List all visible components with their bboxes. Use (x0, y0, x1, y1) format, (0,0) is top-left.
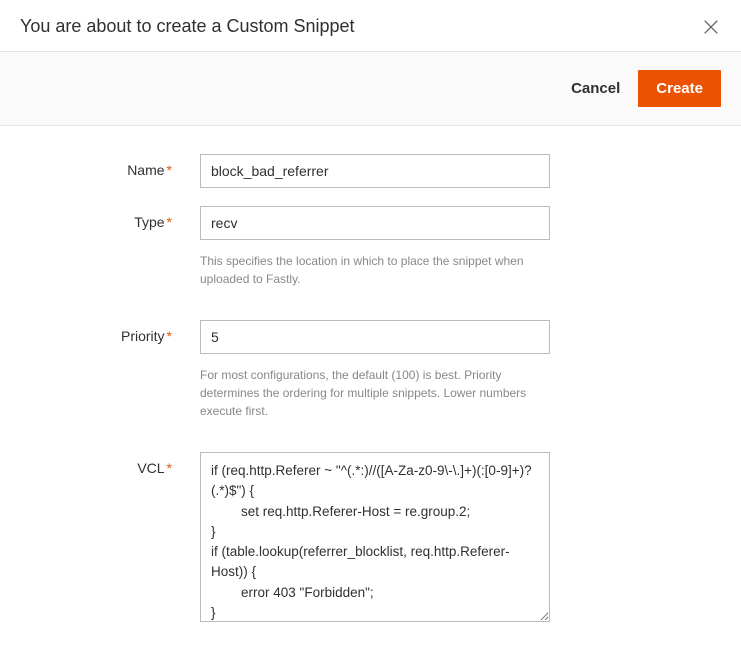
priority-help-text: For most configurations, the default (10… (200, 366, 550, 420)
priority-input[interactable] (200, 320, 550, 354)
type-input[interactable] (200, 206, 550, 240)
modal-title: You are about to create a Custom Snippet (20, 16, 355, 37)
type-label: Type* (20, 206, 200, 230)
name-input[interactable] (200, 154, 550, 188)
vcl-label: VCL* (20, 452, 200, 476)
required-indicator: * (167, 162, 172, 178)
name-label: Name* (20, 154, 200, 178)
required-indicator: * (167, 328, 172, 344)
type-help-text: This specifies the location in which to … (200, 252, 550, 288)
priority-label: Priority* (20, 320, 200, 344)
create-button[interactable]: Create (638, 70, 721, 107)
cancel-button[interactable]: Cancel (571, 80, 620, 97)
required-indicator: * (167, 214, 172, 230)
action-toolbar: Cancel Create (0, 51, 741, 126)
close-icon[interactable] (701, 17, 721, 37)
required-indicator: * (167, 460, 172, 476)
vcl-textarea[interactable] (200, 452, 550, 622)
